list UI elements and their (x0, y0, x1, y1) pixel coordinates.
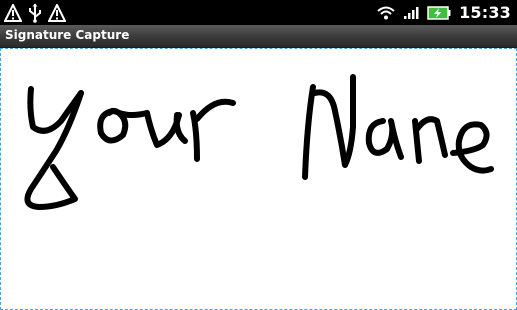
signature-pad[interactable] (0, 48, 517, 310)
warning-icon (4, 3, 22, 22)
system-status-area: 15:33 (377, 0, 511, 25)
app-title-bar: Signature Capture (0, 25, 517, 48)
usb-icon (28, 3, 42, 23)
warning-icon (48, 3, 66, 22)
battery-charging-icon (427, 5, 451, 20)
status-clock: 15:33 (459, 3, 511, 22)
signature-drawing (24, 74, 494, 210)
signal-icon (403, 6, 419, 20)
notification-area (4, 2, 66, 23)
app-title: Signature Capture (5, 28, 130, 42)
wifi-icon (377, 6, 395, 20)
status-bar: 15:33 (0, 0, 517, 25)
